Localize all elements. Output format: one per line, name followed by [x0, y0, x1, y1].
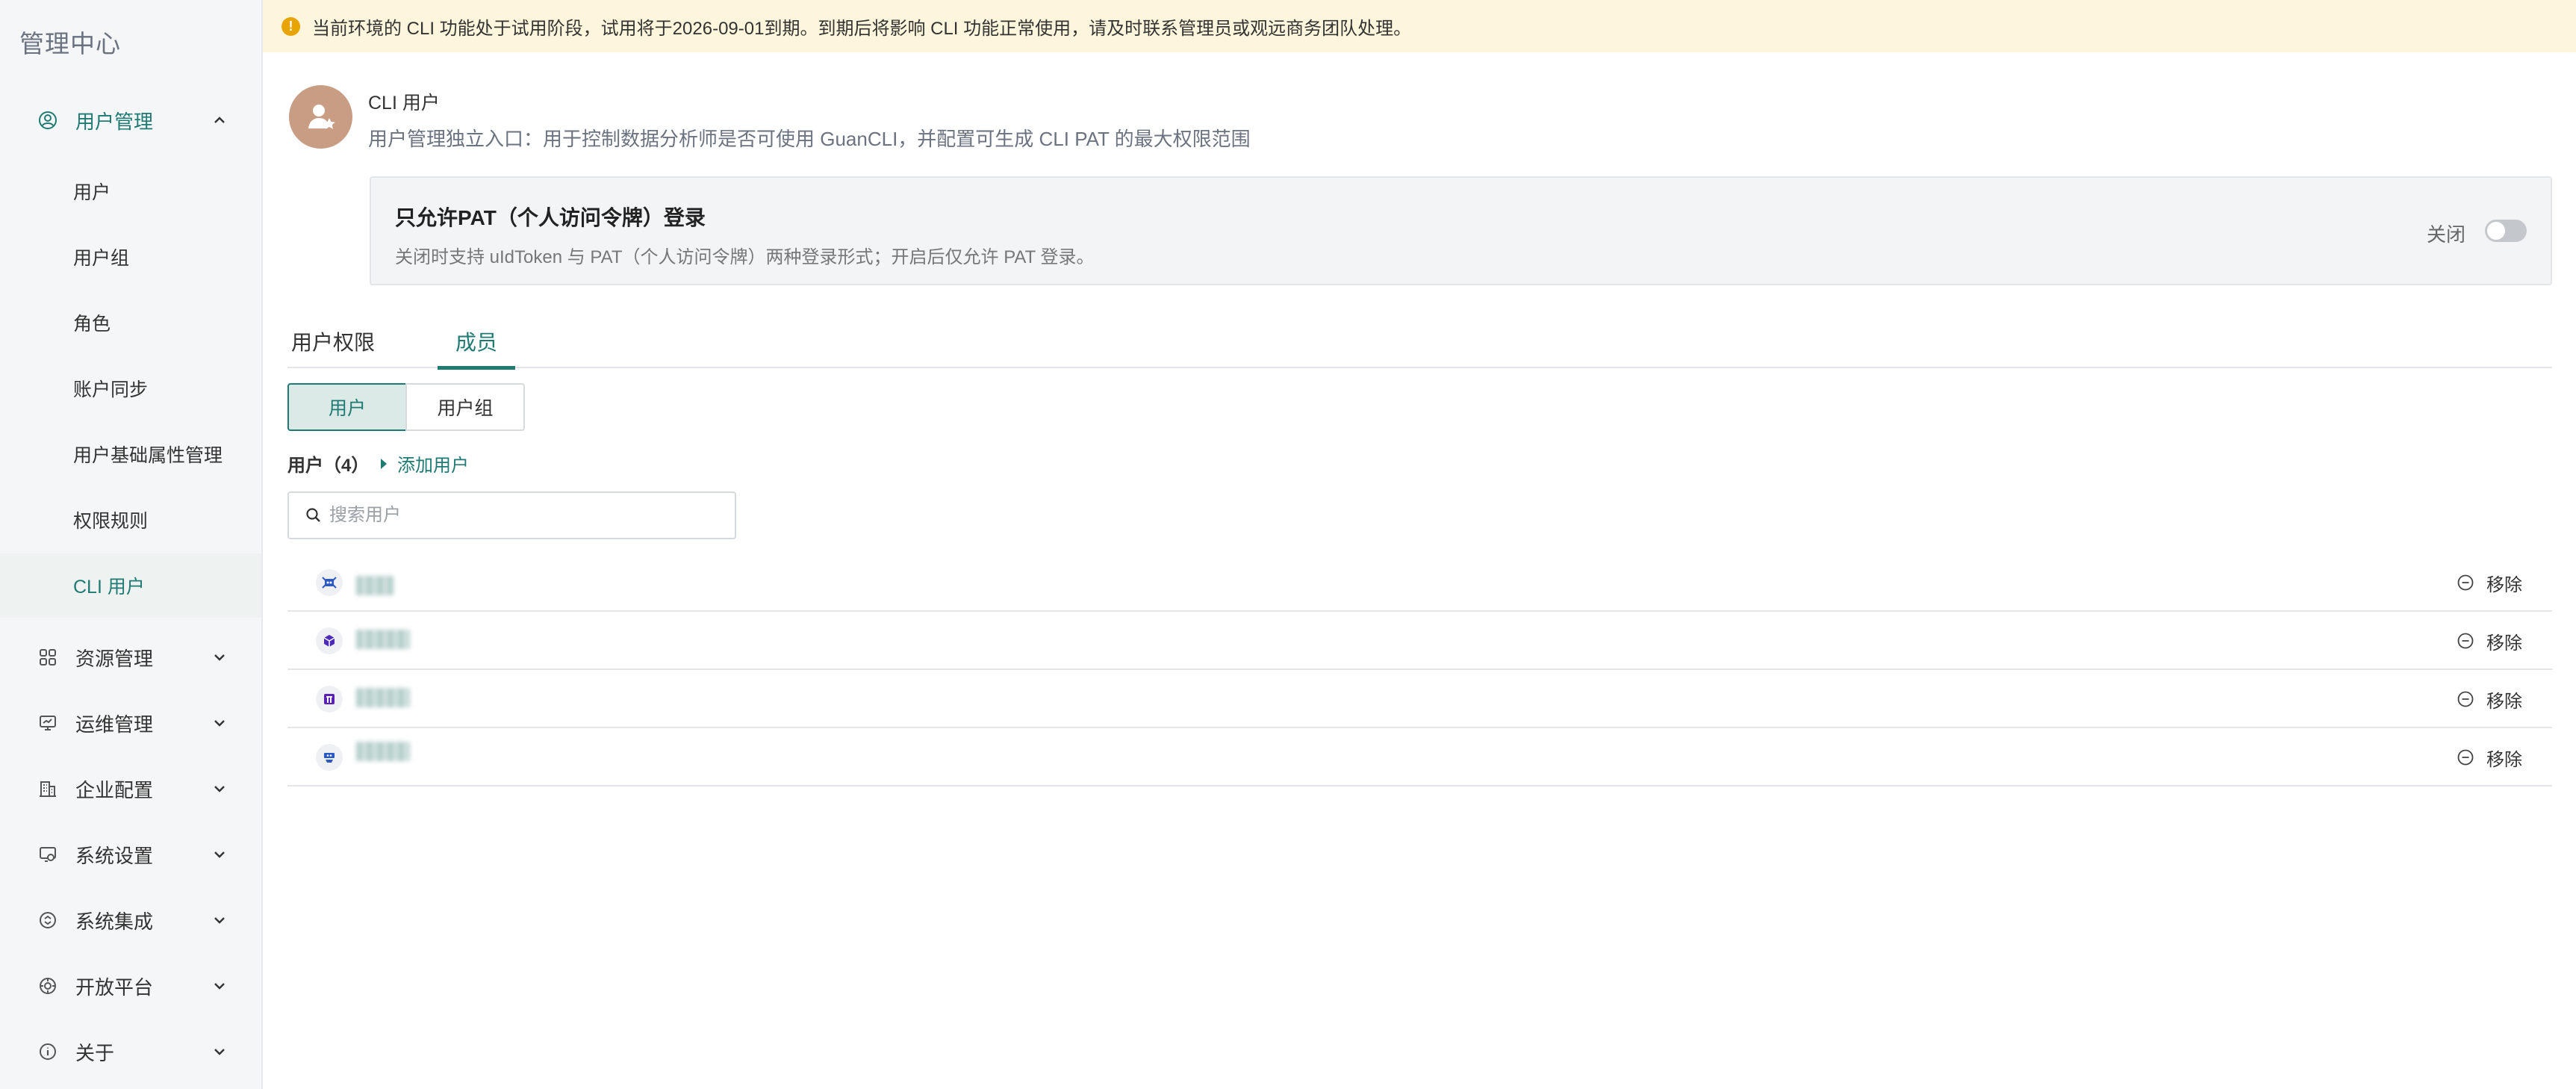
- member-name-redacted: [356, 630, 410, 649]
- member-name-redacted: [356, 742, 410, 761]
- chevron-down-icon: [211, 714, 228, 732]
- nav-system-integration[interactable]: 系统集成: [0, 888, 261, 952]
- notice-text: 当前环境的 CLI 功能处于试用阶段，试用将于2026-09-01到期。到期后将…: [312, 18, 1412, 39]
- sidebar-item-label: CLI 用户: [73, 577, 145, 598]
- nav-resource-management[interactable]: 资源管理: [0, 625, 261, 689]
- cli-user-avatar-icon: [289, 85, 352, 149]
- monitor-icon: [37, 713, 58, 733]
- bot-avatar-icon: [316, 744, 343, 771]
- user-count-label: 用户（4）: [287, 456, 370, 476]
- nav-system-settings[interactable]: 系统设置: [0, 822, 261, 887]
- sidebar-item-label: 用户基础属性管理: [73, 445, 223, 466]
- tab-user-permissions[interactable]: 用户权限: [287, 314, 379, 368]
- search-input[interactable]: [329, 505, 732, 526]
- chevron-down-icon: [211, 780, 228, 798]
- platform-icon: [37, 975, 58, 996]
- chevron-down-icon: [211, 977, 228, 995]
- search-icon: [306, 508, 320, 522]
- nav-label: 企业配置: [75, 778, 154, 801]
- user-circle-icon: [37, 110, 58, 131]
- toggle-knob: [2487, 222, 2505, 240]
- sidebar-item-label: 权限规则: [73, 511, 149, 532]
- pat-setting-title: 只允许PAT（个人访问令牌）登录: [395, 206, 706, 229]
- gate-avatar-icon: [316, 686, 343, 713]
- sidebar-item-cli-users[interactable]: CLI 用户: [0, 553, 261, 618]
- sidebar-item-label: 角色: [73, 314, 111, 335]
- info-icon: [37, 1041, 58, 1062]
- page-description: 用户管理独立入口：用于控制数据分析师是否可使用 GuanCLI，并配置可生成 C…: [368, 128, 1251, 150]
- remove-label: 移除: [2486, 633, 2522, 654]
- grid-icon: [37, 647, 58, 668]
- remove-button[interactable]: 移除: [2457, 612, 2522, 670]
- minus-circle-icon: [2457, 691, 2474, 707]
- tab-members[interactable]: 成员: [438, 314, 515, 370]
- chevron-up-icon: [211, 111, 228, 129]
- chevron-down-icon: [211, 1043, 228, 1061]
- sidebar-item-user-groups[interactable]: 用户组: [0, 225, 261, 289]
- list-item: 移除: [287, 728, 2552, 786]
- pat-only-login-card: 只允许PAT（个人访问令牌）登录 关闭时支持 uIdToken 与 PAT（个人…: [370, 176, 2552, 285]
- robot-avatar-icon: [316, 569, 343, 596]
- remove-label: 移除: [2486, 691, 2522, 712]
- sidebar-item-users[interactable]: 用户: [0, 159, 261, 223]
- integration-icon: [37, 910, 58, 931]
- cube-avatar-icon: [316, 627, 343, 654]
- nav-label: 关于: [75, 1041, 115, 1064]
- nav-label: 系统设置: [75, 844, 154, 867]
- member-name-redacted: [356, 688, 410, 707]
- sidebar-item-roles[interactable]: 角色: [0, 291, 261, 355]
- segment-user-groups[interactable]: 用户组: [405, 383, 525, 431]
- member-name-redacted: [356, 576, 393, 595]
- sidebar-item-user-attributes[interactable]: 用户基础属性管理: [0, 422, 261, 486]
- nav-enterprise-config[interactable]: 企业配置: [0, 757, 261, 821]
- chevron-down-icon: [211, 911, 228, 929]
- list-item: 移除: [287, 612, 2552, 670]
- add-user-label: 添加用户: [397, 456, 469, 476]
- trial-notice-banner: ! 当前环境的 CLI 功能处于试用阶段，试用将于2026-09-01到期。到期…: [263, 0, 2576, 52]
- tab-bar: 用户权限 成员: [287, 314, 2552, 370]
- warning-icon: !: [281, 16, 300, 36]
- remove-label: 移除: [2486, 749, 2522, 770]
- list-item: 移除: [287, 670, 2552, 728]
- pat-only-toggle[interactable]: [2485, 220, 2527, 242]
- page-title: CLI 用户: [368, 93, 440, 114]
- sidebar: 管理中心 用户管理 用户 用户组 角色 账户同步 用户基础属性管理 权限规则 C…: [0, 0, 263, 1089]
- pat-setting-description: 关闭时支持 uIdToken 与 PAT（个人访问令牌）两种登录形式；开启后仅允…: [395, 247, 1095, 267]
- sidebar-item-label: 用户: [73, 182, 111, 203]
- sidebar-item-label: 账户同步: [73, 379, 149, 400]
- brand-title: 管理中心: [19, 30, 121, 58]
- nav-open-platform[interactable]: 开放平台: [0, 954, 261, 1018]
- pat-toggle-status: 关闭: [2426, 223, 2465, 246]
- nav-about[interactable]: 关于: [0, 1020, 261, 1084]
- nav-label: 系统集成: [75, 910, 154, 933]
- sidebar-item-permission-rules[interactable]: 权限规则: [0, 488, 261, 552]
- minus-circle-icon: [2457, 749, 2474, 766]
- caret-right-icon: [381, 458, 387, 469]
- nav-user-management[interactable]: 用户管理: [0, 88, 261, 152]
- remove-button[interactable]: 移除: [2457, 728, 2522, 786]
- nav-label: 用户管理: [75, 110, 154, 133]
- nav-ops-management[interactable]: 运维管理: [0, 691, 261, 755]
- list-item: 移除: [287, 553, 2552, 612]
- sidebar-item-label: 用户组: [73, 248, 130, 269]
- minus-circle-icon: [2457, 633, 2474, 649]
- member-list: 移除 移除 移除 移除: [287, 553, 2552, 786]
- minus-circle-icon: [2457, 574, 2474, 591]
- nav-label: 开放平台: [75, 975, 154, 999]
- nav-label: 资源管理: [75, 647, 154, 670]
- chevron-down-icon: [211, 846, 228, 863]
- nav-label: 运维管理: [75, 713, 154, 736]
- building-icon: [37, 778, 58, 799]
- sidebar-item-account-sync[interactable]: 账户同步: [0, 356, 261, 421]
- segment-users[interactable]: 用户: [287, 383, 407, 431]
- remove-label: 移除: [2486, 574, 2522, 595]
- chevron-down-icon: [211, 648, 228, 666]
- search-box: [287, 491, 736, 539]
- add-user-button[interactable]: 添加用户: [381, 450, 469, 477]
- settings-icon: [37, 844, 58, 865]
- remove-button[interactable]: 移除: [2457, 553, 2522, 612]
- remove-button[interactable]: 移除: [2457, 670, 2522, 728]
